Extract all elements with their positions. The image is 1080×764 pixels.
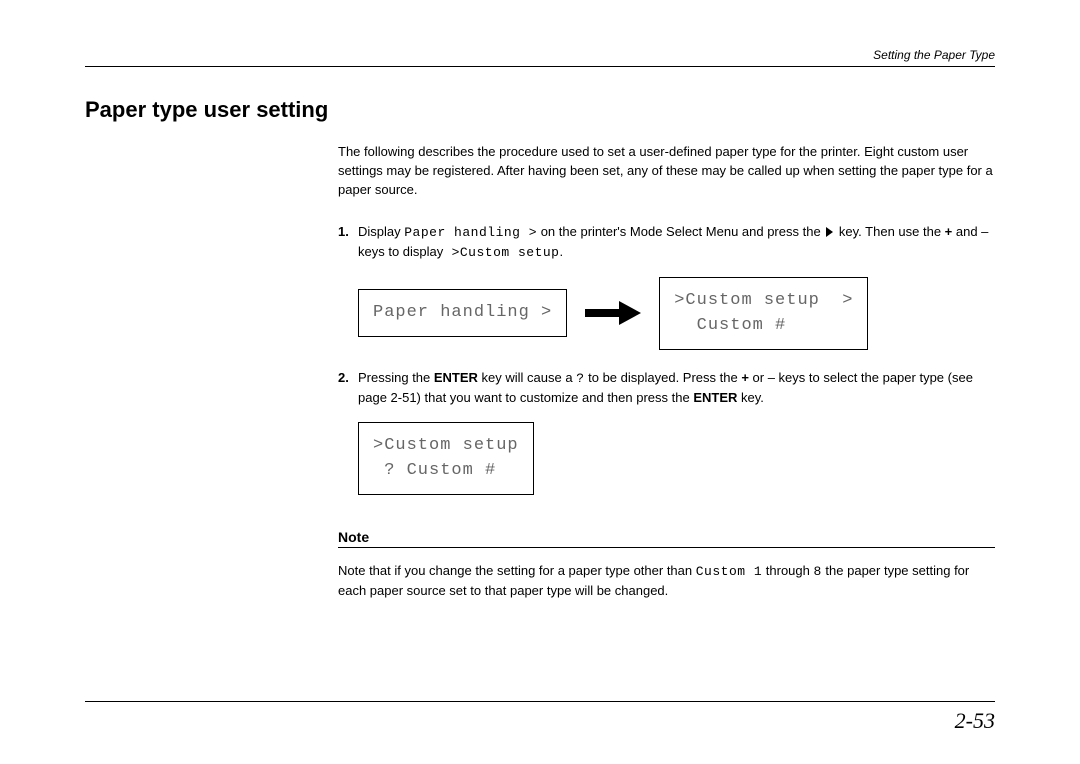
manual-page: Setting the Paper Type Paper type user s… <box>0 0 1080 764</box>
step-text: on the printer's Mode Select Menu and pr… <box>541 224 825 239</box>
enter-key: ENTER <box>434 370 478 385</box>
procedure-steps: 1. Display Paper handling > on the print… <box>338 222 995 495</box>
note-text: through <box>762 563 813 578</box>
step-2: 2. Pressing the ENTER key will cause a ?… <box>338 368 995 495</box>
lcd-line: >Custom setup > <box>674 291 853 310</box>
lcd-display-3: >Custom setup ? Custom # <box>358 422 534 495</box>
note-body: Note that if you change the setting for … <box>338 561 995 601</box>
lcd-line: ? Custom # <box>373 461 496 480</box>
step-text: key. Then use the <box>835 224 944 239</box>
lcd-display-row: Paper handling > >Custom setup > Custom … <box>358 277 995 350</box>
lcd-display-2: >Custom setup > Custom # <box>659 277 868 350</box>
step-text: key. <box>737 390 764 405</box>
arrow-right-icon <box>585 301 641 325</box>
step-text: Display <box>358 224 401 239</box>
step-text: . <box>559 244 563 259</box>
step-text: key will cause a <box>478 370 576 385</box>
note-heading: Note <box>338 529 995 548</box>
right-triangle-icon <box>826 227 833 237</box>
lcd-display-1: Paper handling > <box>358 289 567 337</box>
lcd-line: Custom # <box>674 316 786 335</box>
lcd-inline-text: Paper handling > <box>404 225 537 240</box>
step-text: to be displayed. Press the <box>585 370 742 385</box>
note-text: Note that if you change the setting for … <box>338 563 696 578</box>
enter-key: ENTER <box>693 390 737 405</box>
step-number: 2. <box>338 368 349 388</box>
page-title: Paper type user setting <box>85 97 995 123</box>
note-mono: Custom 1 <box>696 564 762 579</box>
plus-key: + <box>741 370 749 385</box>
step-1: 1. Display Paper handling > on the print… <box>338 222 995 350</box>
lcd-display-row: >Custom setup ? Custom # <box>358 422 995 495</box>
running-head: Setting the Paper Type <box>85 48 995 67</box>
intro-paragraph: The following describes the procedure us… <box>338 143 995 200</box>
body-content: The following describes the procedure us… <box>338 143 995 601</box>
page-number: 2-53 <box>85 701 995 734</box>
question-mark: ? <box>576 371 584 386</box>
lcd-inline-text: >Custom setup <box>443 245 559 260</box>
lcd-line: >Custom setup <box>373 436 519 455</box>
note-mono: 8 <box>814 564 822 579</box>
step-number: 1. <box>338 222 349 242</box>
step-text: Pressing the <box>358 370 434 385</box>
